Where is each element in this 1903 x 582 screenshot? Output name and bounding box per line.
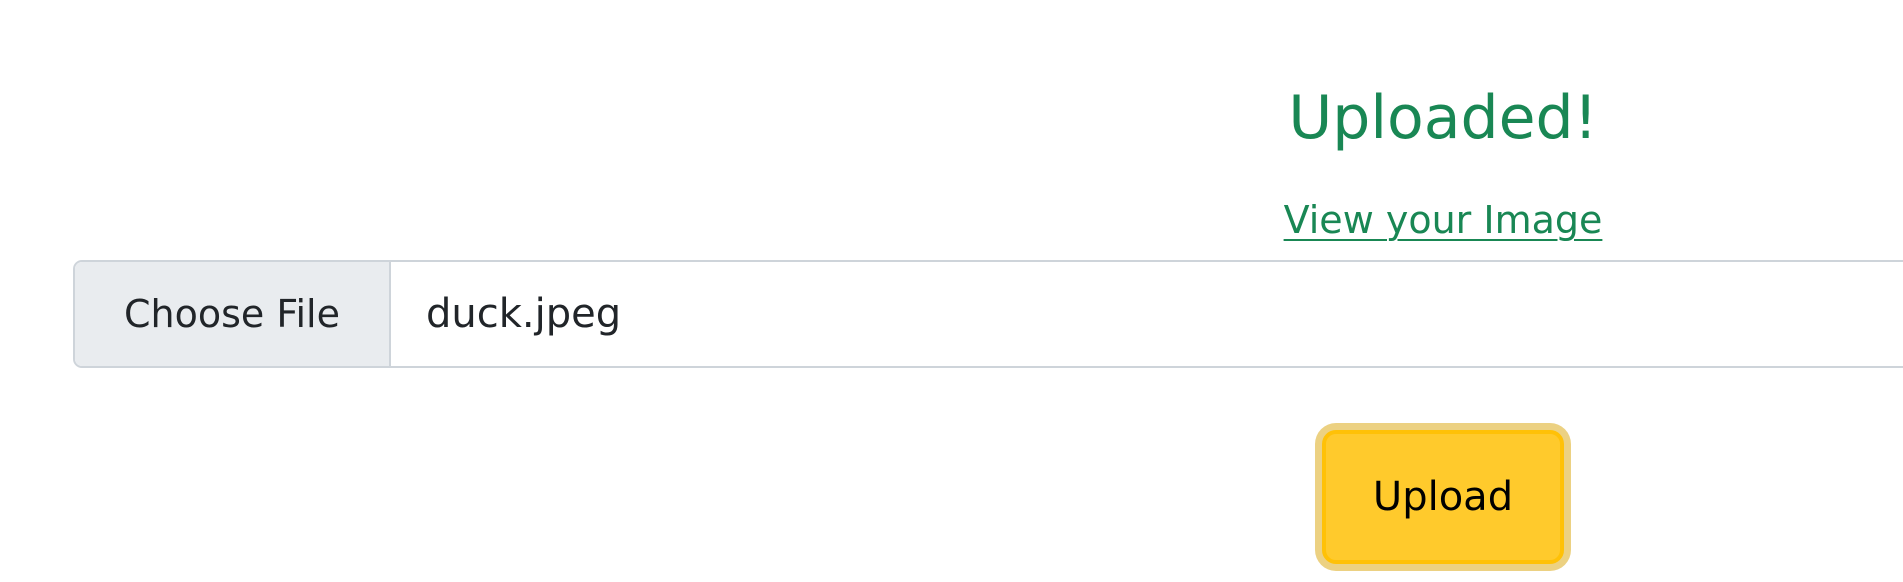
file-input[interactable]: Choose File duck.jpeg: [73, 260, 1903, 368]
selected-file-name: duck.jpeg: [426, 291, 622, 337]
upload-button[interactable]: Upload: [1322, 430, 1564, 564]
view-image-link-container: View your Image: [0, 198, 1903, 244]
upload-status-title: Uploaded!: [1288, 83, 1598, 153]
upload-page: Uploaded! View your Image Choose File du…: [0, 0, 1903, 582]
view-image-link[interactable]: View your Image: [1284, 198, 1603, 242]
choose-file-button[interactable]: Choose File: [75, 262, 391, 366]
